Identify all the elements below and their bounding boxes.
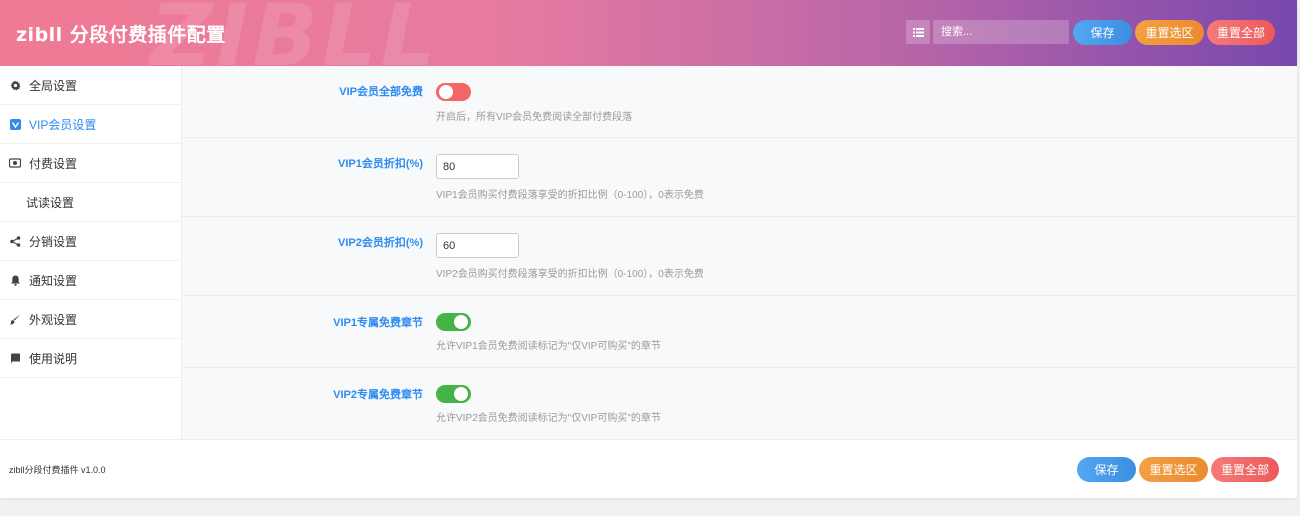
setting-row-vip-all-free: VIP会员全部免费 开启后，所有VIP会员免费阅读全部付费段落 [182, 66, 1297, 138]
setting-label: VIP2会员折扣(%) [338, 237, 423, 249]
setting-description: 允许VIP2会员免费阅读标记为"仅VIP可购买"的章节 [436, 413, 661, 424]
plugin-version: zibll分段付费插件 v1.0.0 [9, 465, 106, 475]
setting-row-vip2-exclusive: VIP2专属免费章节 允许VIP2会员免费阅读标记为"仅VIP可购买"的章节 [182, 368, 1297, 439]
setting-description: VIP2会员购买付费段落享受的折扣比例（0-100），0表示免费 [436, 269, 704, 280]
settings-content: VIP会员全部免费 开启后，所有VIP会员免费阅读全部付费段落 VIP1会员折扣… [182, 66, 1297, 439]
sidebar-item-label: 通知设置 [29, 273, 78, 288]
vip1-exclusive-toggle[interactable] [436, 313, 471, 331]
setting-description: 开启后，所有VIP会员免费阅读全部付费段落 [436, 112, 633, 123]
footer-reset-all-button[interactable]: 重置全部 [1211, 457, 1279, 482]
vip2-discount-input[interactable] [436, 233, 519, 258]
bell-icon [9, 274, 21, 286]
vip-icon [9, 118, 21, 130]
sidebar-item-help[interactable]: 使用说明 [0, 339, 181, 378]
vip1-discount-input[interactable] [436, 154, 519, 179]
sidebar-item-notification[interactable]: 通知设置 [0, 261, 181, 300]
header-reset-section-button[interactable]: 重置选区 [1135, 20, 1204, 45]
header-save-button[interactable]: 保存 [1073, 20, 1132, 45]
sidebar-item-payment[interactable]: 付费设置 [0, 144, 181, 183]
sidebar-item-label: 分销设置 [29, 234, 78, 249]
header-reset-all-button[interactable]: 重置全部 [1207, 20, 1275, 45]
vip-all-free-toggle[interactable] [436, 83, 471, 101]
footer-bar: zibll分段付费插件 v1.0.0 保存 重置选区 重置全部 [0, 439, 1297, 498]
gear-icon [9, 79, 21, 91]
money-icon [9, 157, 21, 169]
book-icon [9, 352, 21, 364]
footer-save-button[interactable]: 保存 [1077, 457, 1136, 482]
sidebar-nav: 全局设置 VIP会员设置 付费设置 试读设置 分销设置 通知设置 外观设置 使用… [0, 66, 182, 439]
setting-description: VIP1会员购买付费段落享受的折扣比例（0-100），0表示免费 [436, 190, 704, 201]
setting-label: VIP会员全部免费 [339, 86, 423, 98]
setting-label: VIP1会员折扣(%) [338, 158, 423, 170]
sidebar-item-vip[interactable]: VIP会员设置 [0, 105, 181, 144]
share-icon [9, 235, 21, 247]
sidebar-item-label: VIP会员设置 [29, 117, 97, 132]
sidebar-item-global[interactable]: 全局设置 [0, 66, 181, 105]
setting-row-vip1-discount: VIP1会员折扣(%) VIP1会员购买付费段落享受的折扣比例（0-100），0… [182, 138, 1297, 217]
sidebar-item-appearance[interactable]: 外观设置 [0, 300, 181, 339]
sidebar-item-label: 付费设置 [29, 156, 78, 171]
setting-label: VIP2专属免费章节 [333, 389, 423, 401]
setting-row-vip2-discount: VIP2会员折扣(%) VIP2会员购买付费段落享受的折扣比例（0-100），0… [182, 217, 1297, 296]
vip2-exclusive-toggle[interactable] [436, 385, 471, 403]
sidebar-item-trial[interactable]: 试读设置 [0, 183, 181, 222]
sidebar-item-label: 使用说明 [29, 351, 78, 366]
search-box [906, 20, 1069, 44]
sidebar-item-label: 外观设置 [29, 312, 78, 327]
sidebar-item-label: 试读设置 [26, 195, 75, 210]
brush-icon [9, 313, 21, 325]
search-input[interactable] [933, 20, 1069, 44]
options-panel: ZIBLL zibll 分段付费插件配置 保存 重置选区 重置全部 全局设置 [0, 0, 1297, 498]
search-toggle-button[interactable] [906, 20, 930, 44]
page-title: zibll 分段付费插件配置 [16, 24, 226, 46]
sidebar-item-distribution[interactable]: 分销设置 [0, 222, 181, 261]
setting-row-vip1-exclusive: VIP1专属免费章节 允许VIP1会员免费阅读标记为"仅VIP可购买"的章节 [182, 296, 1297, 368]
header-bar: ZIBLL zibll 分段付费插件配置 保存 重置选区 重置全部 [0, 0, 1297, 66]
sidebar-item-label: 全局设置 [29, 78, 78, 93]
setting-label: VIP1专属免费章节 [333, 317, 423, 329]
list-icon [912, 27, 924, 37]
footer-reset-section-button[interactable]: 重置选区 [1139, 457, 1208, 482]
setting-description: 允许VIP1会员免费阅读标记为"仅VIP可购买"的章节 [436, 341, 661, 352]
